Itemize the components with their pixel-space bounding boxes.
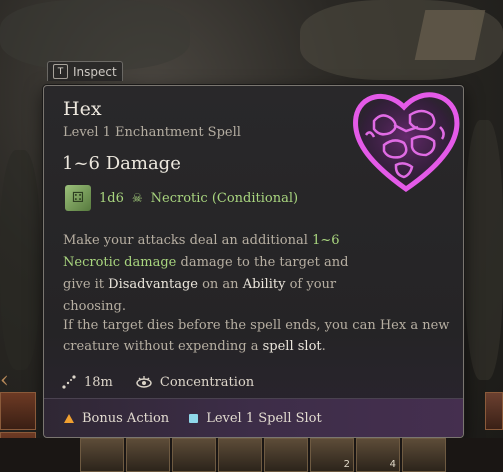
bonus-action-cost: Bonus Action	[64, 411, 169, 426]
hotbar-slot[interactable]	[218, 438, 262, 472]
bonus-action-icon	[64, 413, 74, 423]
slot-count: 2	[343, 459, 350, 470]
spell-slot-cost: Level 1 Spell Slot	[189, 411, 322, 426]
hotbar-slot[interactable]	[172, 438, 216, 472]
inspect-key: T	[53, 64, 68, 79]
slot-count: 4	[389, 459, 396, 470]
desc-damage-amount: 1~6	[312, 233, 340, 248]
damage-dice-row: ⚃ 1d6 ☠ Necrotic (Conditional)	[65, 185, 298, 211]
desc-ability-link[interactable]: Ability	[243, 277, 286, 292]
range-property: 18m	[61, 374, 113, 390]
spell-subtitle: Level 1 Enchantment Spell	[63, 125, 241, 140]
background-rock	[0, 150, 40, 370]
spell-description-2: If the target dies before the spell ends…	[63, 315, 453, 357]
spell-slot-icon	[189, 413, 199, 423]
hotbar: 2 4	[0, 438, 503, 472]
bonus-action-label: Bonus Action	[82, 410, 170, 426]
spell-properties: 18m Concentration	[61, 374, 270, 390]
background-rock	[465, 120, 503, 380]
hotbar-slot[interactable]	[80, 438, 124, 472]
desc-text: on an	[197, 277, 243, 292]
hotbar-slot[interactable]: 2	[310, 438, 354, 472]
action-cost-bar: Bonus Action Level 1 Spell Slot	[44, 398, 463, 437]
desc-text: Make your attacks deal an additional	[63, 233, 313, 248]
desc-disadvantage-link[interactable]: Disadvantage	[108, 277, 198, 292]
background-rock	[0, 0, 190, 70]
d6-die-icon: ⚃	[65, 185, 91, 211]
concentration-property: Concentration	[135, 374, 254, 390]
hotbar-slot[interactable]	[0, 392, 36, 430]
desc-spell-slot-link[interactable]: spell slot	[263, 339, 322, 354]
damage-type: Necrotic (Conditional)	[150, 190, 299, 206]
damage-heading: 1~6 Damage	[62, 153, 181, 174]
spell-tooltip: Hex Level 1 Enchantment Spell 1~6 Damage…	[43, 85, 464, 438]
range-icon	[62, 375, 76, 389]
desc-damage-type: Necrotic damage	[63, 255, 177, 270]
hotbar-slot[interactable]	[264, 438, 308, 472]
range-value: 18m	[84, 374, 113, 390]
hotbar-slot[interactable]	[485, 392, 503, 430]
hotbar-slot[interactable]	[402, 438, 446, 472]
arrow-decoration-icon: ‹	[0, 368, 9, 393]
concentration-icon	[136, 376, 152, 388]
inspect-button[interactable]: T Inspect	[47, 61, 123, 81]
concentration-label: Concentration	[159, 374, 255, 390]
hotbar-slot[interactable]: 4	[356, 438, 400, 472]
spell-slot-label: Level 1 Spell Slot	[206, 410, 322, 426]
heart-hex-icon	[353, 92, 460, 193]
background-crate	[414, 10, 486, 60]
desc-text: .	[321, 339, 326, 354]
dice-formula: 1d6	[99, 190, 124, 206]
spell-description: Make your attacks deal an additional 1~6…	[63, 230, 353, 318]
necrotic-icon: ☠	[131, 191, 143, 205]
spell-name: Hex	[63, 98, 102, 120]
inspect-label: Inspect	[73, 64, 117, 79]
desc-text: If the target dies before the spell ends…	[63, 318, 450, 354]
hotbar-slot[interactable]	[126, 438, 170, 472]
